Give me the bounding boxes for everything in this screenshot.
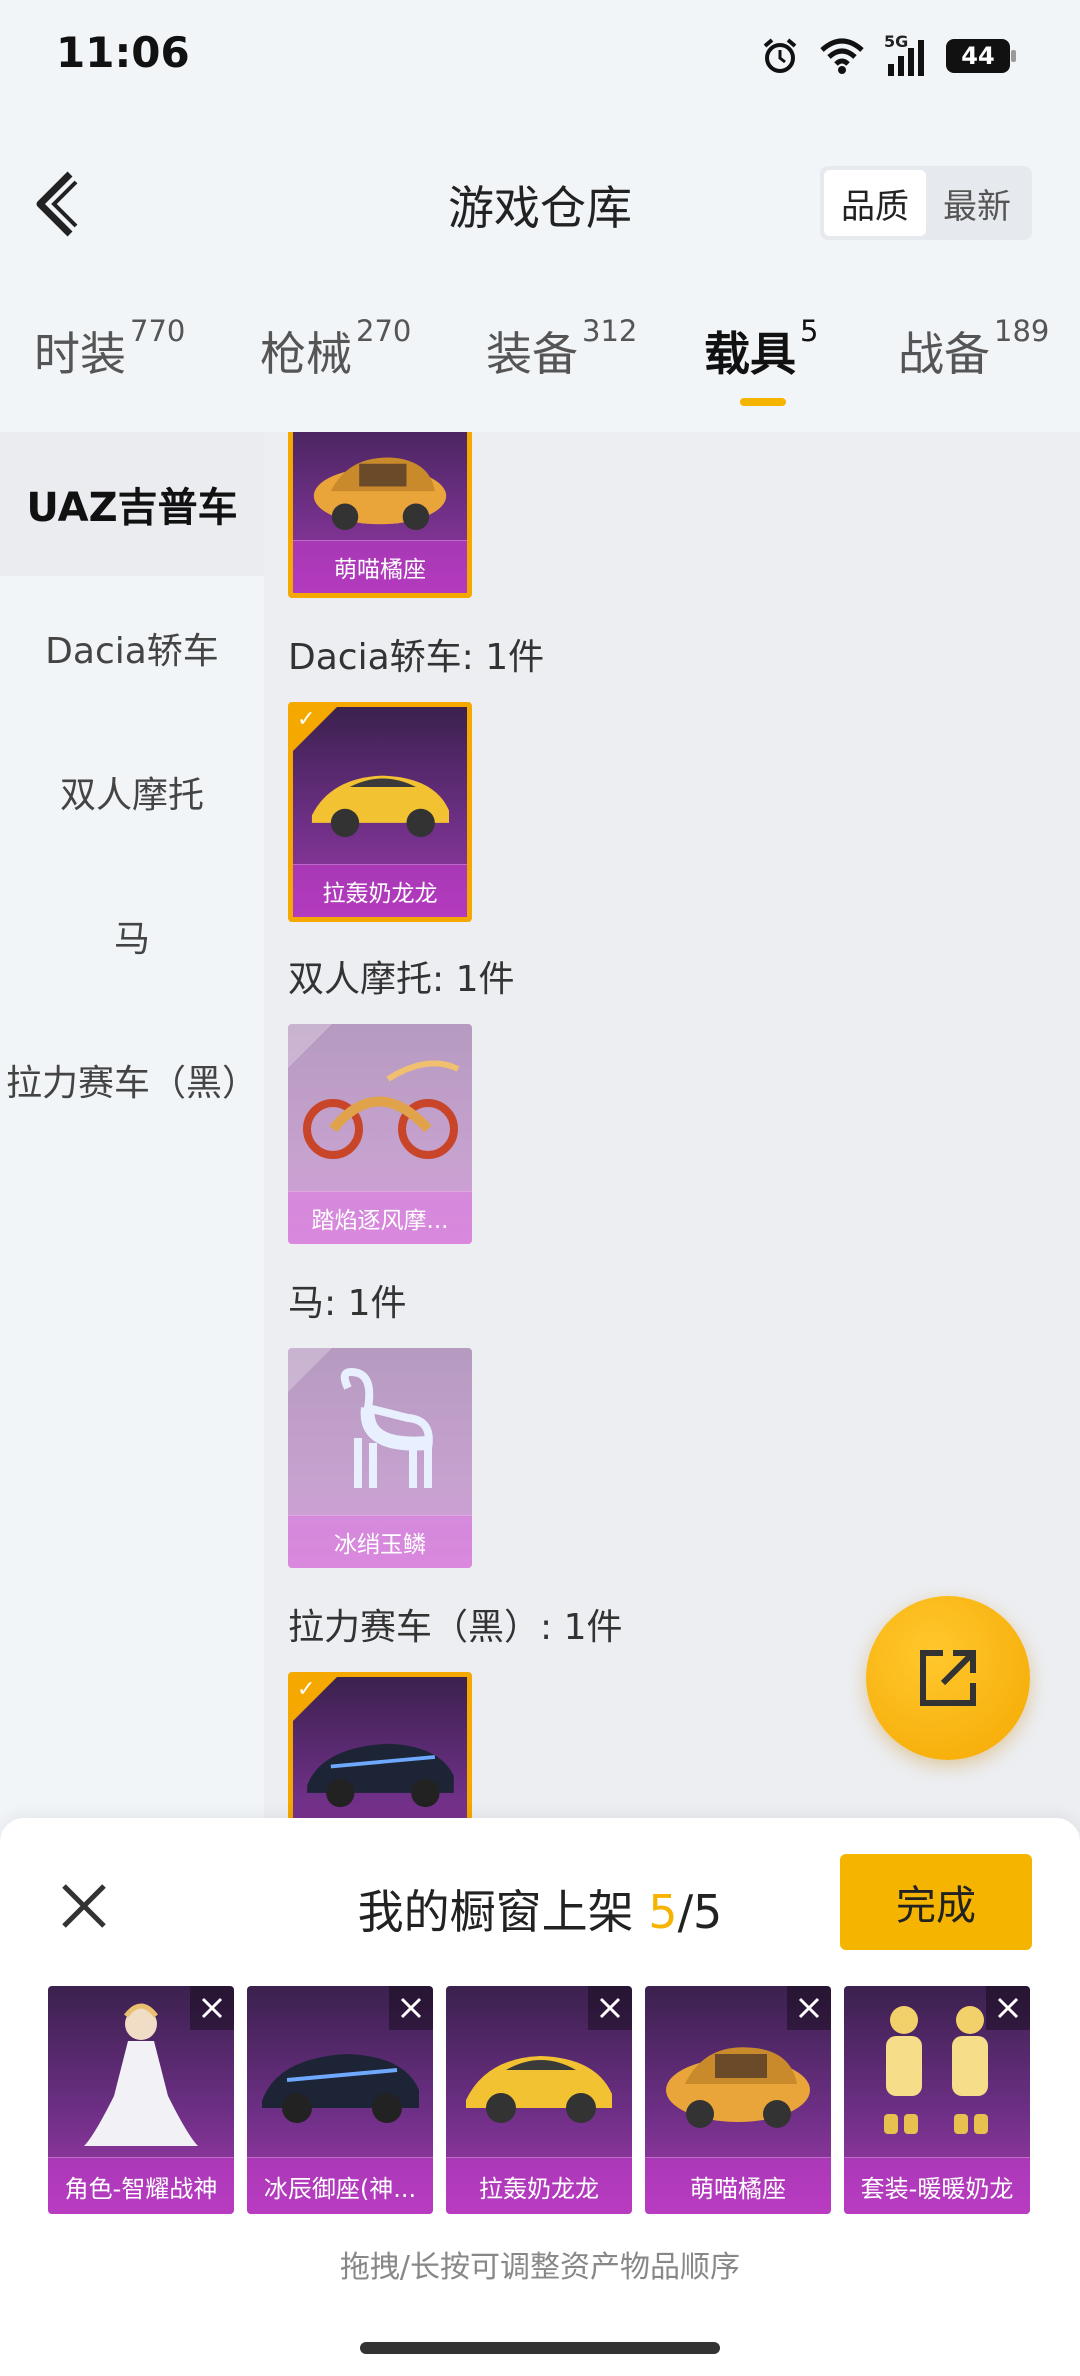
battery-level: 44 (961, 42, 995, 70)
item-card[interactable]: ✓ 拉轰奶龙龙 (288, 702, 472, 922)
tab-gear[interactable]: 战备 189 (898, 314, 1049, 384)
category-tabs: 时装 770 枪械 270 装备 312 载具 5 战备 189 (0, 314, 1080, 428)
sidebar-item-dacia[interactable]: Dacia轿车 (0, 576, 264, 720)
item-name: 踏焰逐风摩... (288, 1191, 472, 1244)
tab-count: 5 (800, 314, 819, 348)
item-name: 萌喵橘座 (645, 2157, 831, 2214)
tab-fashion[interactable]: 时装 770 (34, 314, 185, 384)
group-label-rally-car: 拉力赛车（黑）: 1件 (288, 1607, 623, 1648)
unselected-tag (288, 1024, 332, 1068)
wifi-icon (820, 38, 864, 74)
tab-count: 270 (356, 314, 412, 348)
showcase-count: 5 (648, 1885, 678, 1939)
tab-label: 载具 (704, 327, 796, 381)
remove-item-button[interactable] (986, 1986, 1030, 2030)
sort-latest[interactable]: 最新 (926, 170, 1028, 236)
shelf-item[interactable]: 角色-智耀战神 (48, 1986, 234, 2214)
item-card[interactable]: 冰绡玉鳞 (288, 1348, 472, 1568)
tab-label: 装备 (486, 327, 578, 381)
tab-count: 770 (130, 314, 186, 348)
item-name: 拉轰奶龙龙 (293, 864, 467, 917)
item-name: 冰辰御座(神... (247, 2157, 433, 2214)
item-card[interactable]: ✓ (288, 1672, 472, 1832)
item-name: 萌喵橘座 (293, 540, 467, 593)
done-button[interactable]: 完成 (840, 1854, 1032, 1950)
status-time: 11:06 (56, 28, 190, 77)
showcase-title-text: 我的橱窗上架 (357, 1885, 634, 1939)
showcase-total: /5 (677, 1885, 723, 1939)
vehicle-sidebar: UAZ吉普车 Dacia轿车 双人摩托 马 拉力赛车（黑） (0, 432, 264, 1832)
sidebar-item-uaz[interactable]: UAZ吉普车 (0, 432, 264, 576)
network-label: 5G (884, 32, 909, 51)
tab-equipment[interactable]: 装备 312 (486, 314, 637, 384)
orange-beetle-car-icon (313, 457, 447, 530)
battery-icon: 44 (946, 39, 1016, 73)
tab-count: 189 (994, 314, 1050, 348)
tab-label: 枪械 (260, 327, 352, 381)
tab-label: 时装 (34, 327, 126, 381)
check-icon: ✓ (297, 707, 316, 732)
remove-item-button[interactable] (588, 1986, 632, 2030)
item-name: 冰绡玉鳞 (288, 1515, 472, 1568)
status-icons: 5G 44 (760, 30, 1016, 82)
shelf-item[interactable]: 冰辰御座(神... (247, 1986, 433, 2214)
signal-icon: 5G (884, 32, 928, 76)
tab-guns[interactable]: 枪械 270 (260, 314, 411, 384)
reorder-hint: 拖拽/长按可调整资产物品顺序 (339, 2250, 741, 2285)
home-indicator[interactable] (360, 2342, 720, 2354)
sort-quality[interactable]: 品质 (824, 170, 926, 236)
sidebar-item-motorbike[interactable]: 双人摩托 (0, 720, 264, 864)
remove-item-button[interactable] (190, 1986, 234, 2030)
close-icon (400, 1997, 422, 2019)
sort-toggle: 品质 最新 (820, 166, 1032, 240)
item-name: 拉轰奶龙龙 (446, 2157, 632, 2214)
tab-label: 战备 (898, 327, 990, 381)
close-icon (599, 1997, 621, 2019)
tab-count: 312 (582, 314, 638, 348)
item-card[interactable]: 踏焰逐风摩... (288, 1024, 472, 1244)
alarm-icon (763, 38, 797, 73)
remove-item-button[interactable] (389, 1986, 433, 2030)
shelf-item[interactable]: 拉轰奶龙龙 (446, 1986, 632, 2214)
close-icon (798, 1997, 820, 2019)
showcase-sheet: 我的橱窗上架 5/5 完成 角色-智耀战神 冰辰御座(神... 拉轰奶龙龙 萌喵… (0, 1818, 1080, 2376)
share-button[interactable] (866, 1596, 1030, 1760)
group-label-horse: 马: 1件 (288, 1283, 407, 1324)
remove-item-button[interactable] (787, 1986, 831, 2030)
share-icon (920, 1650, 976, 1706)
item-name: 套装-暖暖奶龙 (844, 2157, 1030, 2214)
group-label-dacia: Dacia轿车: 1件 (288, 637, 545, 678)
tab-vehicles[interactable]: 载具 5 (704, 314, 818, 384)
group-label-motorbike: 双人摩托: 1件 (288, 959, 515, 1000)
item-card[interactable]: 萌喵橘座 (288, 432, 472, 598)
status-bar: 11:06 5G 44 (0, 0, 1080, 120)
close-icon (997, 1997, 1019, 2019)
unselected-tag (288, 1348, 332, 1392)
close-icon (201, 1997, 223, 2019)
sidebar-item-horse[interactable]: 马 (0, 864, 264, 1008)
item-name: 角色-智耀战神 (48, 2157, 234, 2214)
shelf-item[interactable]: 萌喵橘座 (645, 1986, 831, 2214)
check-icon: ✓ (297, 1677, 316, 1702)
shelf-item[interactable]: 套装-暖暖奶龙 (844, 1986, 1030, 2214)
sidebar-item-rally-car[interactable]: 拉力赛车（黑） (0, 1008, 264, 1152)
tab-active-indicator (740, 398, 786, 406)
